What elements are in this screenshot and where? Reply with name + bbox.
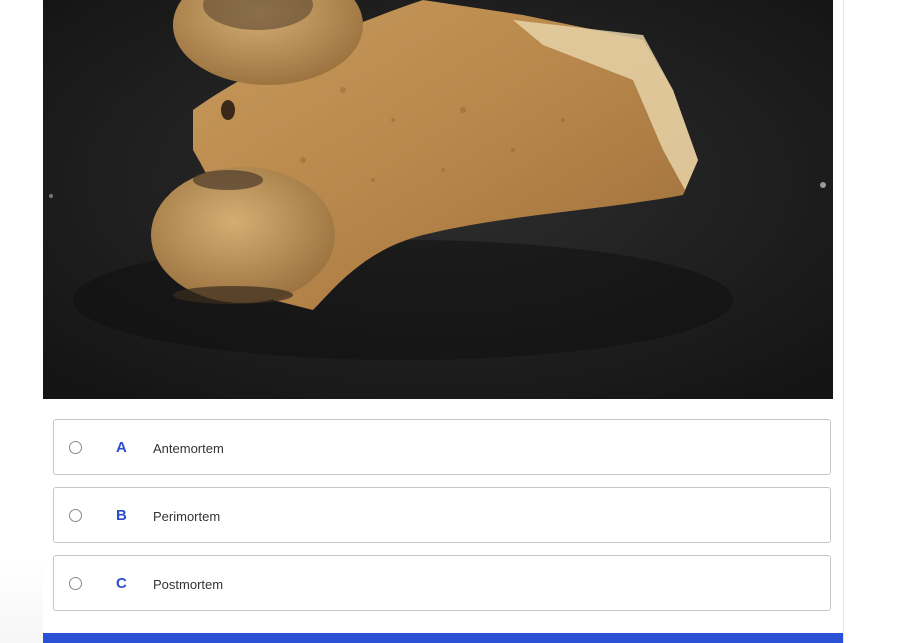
question-card: A Antemortem B Perimortem C Postmortem xyxy=(43,0,844,643)
bone-photo-icon xyxy=(43,0,833,399)
answer-option-a[interactable]: A Antemortem xyxy=(53,419,831,475)
radio-button-b[interactable] xyxy=(69,509,82,522)
page-margin-shade xyxy=(0,560,43,643)
option-label: Antemortem xyxy=(153,441,224,456)
question-image xyxy=(43,0,833,399)
answer-option-c[interactable]: C Postmortem xyxy=(53,555,831,611)
radio-button-c[interactable] xyxy=(69,577,82,590)
option-letter: C xyxy=(116,575,127,592)
radio-button-a[interactable] xyxy=(69,441,82,454)
answer-option-b[interactable]: B Perimortem xyxy=(53,487,831,543)
submit-bar[interactable] xyxy=(43,633,843,643)
option-letter: A xyxy=(116,439,127,456)
option-letter: B xyxy=(116,507,127,524)
option-label: Postmortem xyxy=(153,577,224,592)
option-label: Perimortem xyxy=(153,509,221,524)
